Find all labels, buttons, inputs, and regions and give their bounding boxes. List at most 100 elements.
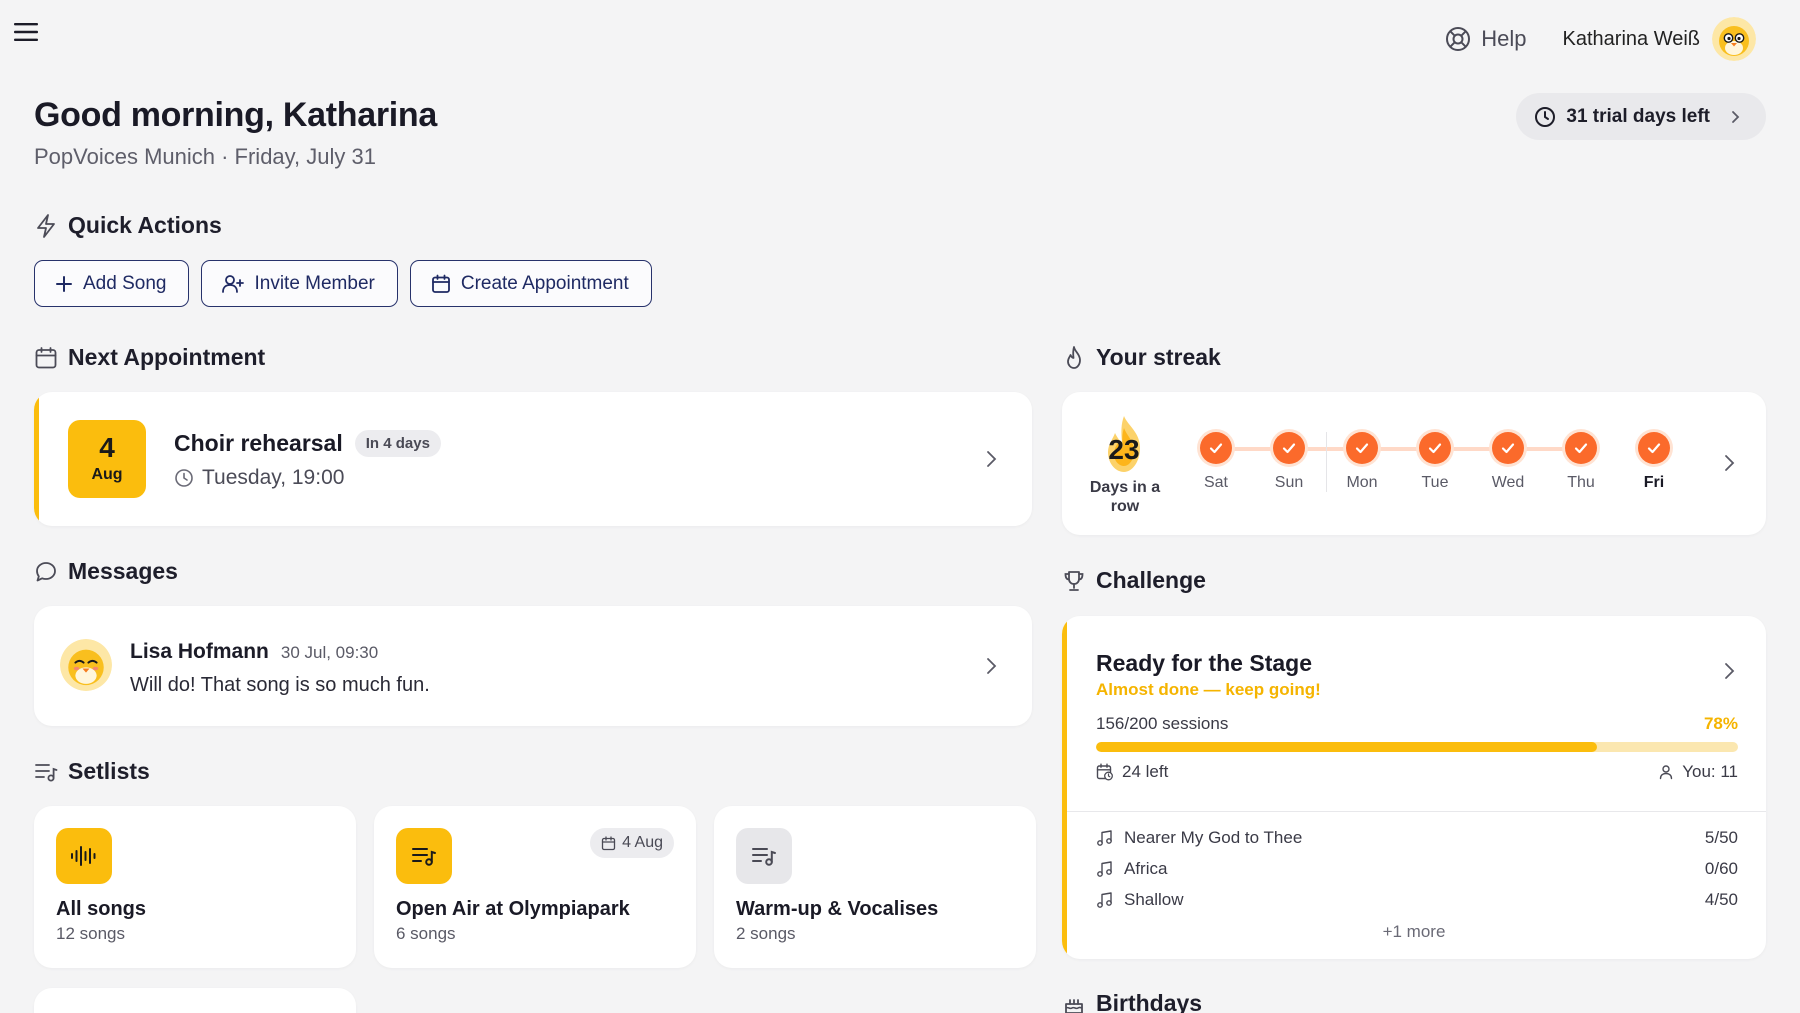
challenge-sessions: 156/200 sessions (1096, 714, 1229, 733)
chevron-right-icon (1725, 663, 1735, 679)
setlist-icon-tile (56, 828, 112, 884)
chat-bubble-icon (36, 561, 56, 581)
appointment-time-row: Tuesday, 19:00 (174, 466, 344, 490)
lifebuoy-icon (1446, 27, 1471, 51)
music-note-icon (1097, 861, 1112, 877)
chevron-right-icon (987, 658, 997, 674)
music-note-icon (1097, 830, 1112, 846)
challenge-percent: 78% (1703, 714, 1738, 733)
song-name: Nearer My God to Thee (1124, 828, 1303, 847)
setlist-date-badge: 4 Aug (590, 828, 674, 858)
calendar-clock-icon (1096, 763, 1113, 781)
appointment-day: 4 (99, 432, 115, 463)
song-name: Shallow (1124, 890, 1184, 909)
trial-days-button[interactable]: 31 trial days left (1516, 93, 1766, 140)
setlist-card-warm-up[interactable]: Warm-up & Vocalises 2 songs (714, 806, 1036, 968)
check-icon (1273, 432, 1305, 464)
quick-actions-row: Add Song Invite Member Create Appointmen… (34, 260, 652, 307)
sender-avatar (60, 639, 112, 691)
message-item[interactable]: Lisa Hofmann 30 Jul, 09:30 Will do! That… (34, 606, 1032, 726)
check-icon (1346, 432, 1378, 464)
setlist-count: 6 songs (396, 924, 456, 943)
next-appointment-heading: Next Appointment (34, 344, 265, 371)
setlist-card-all-songs[interactable]: All songs 12 songs (34, 806, 356, 968)
streak-day-wed: Wed (1478, 432, 1538, 492)
message-text: Will do! That song is so much fun. (130, 674, 430, 696)
playlist-icon (412, 848, 436, 866)
challenge-heading-title: Challenge (1096, 567, 1206, 593)
create-appointment-label: Create Appointment (460, 272, 629, 294)
check-icon (1492, 432, 1524, 464)
song-score: 0/60 (1704, 859, 1738, 878)
setlist-name: Open Air at Olympiapark (396, 898, 630, 920)
setlists-title: Setlists (68, 758, 150, 784)
streak-label: Days in a row (1089, 479, 1161, 515)
challenge-progress-bar (1096, 742, 1738, 752)
create-appointment-button[interactable]: Create Appointment (409, 260, 652, 307)
check-icon (1419, 432, 1451, 464)
music-note-icon (1097, 892, 1112, 908)
song-score: 5/50 (1704, 828, 1738, 847)
message-sender: Lisa Hofmann (130, 640, 269, 663)
top-right-bar: Help Katharina Weiß (1445, 16, 1756, 62)
add-song-button[interactable]: Add Song (34, 260, 190, 307)
day-label: Sat (1203, 474, 1228, 491)
setlist-card-partial[interactable] (34, 988, 356, 1013)
calendar-icon (431, 274, 450, 293)
next-appointment-card[interactable]: 4 Aug Choir rehearsal In 4 days Tuesday,… (34, 392, 1032, 526)
trial-label: 31 trial days left (1566, 105, 1710, 127)
song-score: 4/50 (1704, 890, 1738, 909)
day-label: Mon (1346, 474, 1378, 491)
appointment-name: Choir rehearsal (174, 430, 343, 456)
flame-icon (1067, 345, 1081, 369)
setlist-name: Warm-up & Vocalises (736, 898, 939, 920)
quick-actions-title: Quick Actions (68, 212, 222, 238)
birthdays-heading: Birthdays (1062, 990, 1202, 1013)
calendar-icon (35, 346, 57, 368)
challenge-your-count: You: 11 (1658, 762, 1738, 782)
check-icon (1200, 432, 1232, 464)
page-subtitle: PopVoices Munich · Friday, July 31 (34, 144, 376, 169)
song-name: Africa (1124, 859, 1168, 878)
message-time: 30 Jul, 09:30 (280, 643, 379, 662)
help-button[interactable]: Help (1445, 26, 1527, 52)
challenge-remaining: 24 left (1096, 762, 1168, 782)
clock-icon (1535, 106, 1556, 127)
playlist-icon (752, 848, 776, 866)
waveform-icon (71, 846, 96, 866)
challenge-card[interactable]: Ready for the Stage Almost done — keep g… (1062, 616, 1766, 959)
calendar-icon (601, 835, 616, 850)
challenge-you-text: You: 11 (1682, 762, 1738, 781)
streak-flame: 23 (1092, 414, 1156, 476)
invite-member-button[interactable]: Invite Member (201, 260, 398, 307)
setlist-card-open-air[interactable]: 4 Aug Open Air at Olympiapark 6 songs (374, 806, 696, 968)
chevron-right-icon (987, 451, 997, 467)
setlist-icon-tile (396, 828, 452, 884)
invite-member-label: Invite Member (254, 272, 375, 294)
streak-card[interactable]: 23 Days in a row Sat Sun Mon Tue Wed Thu… (1062, 392, 1766, 535)
setlist-name: All songs (56, 898, 147, 920)
message-header: Lisa Hofmann 30 Jul, 09:30 (130, 640, 378, 664)
bird-avatar-icon (1712, 17, 1756, 61)
chevron-right-icon (1732, 110, 1740, 123)
day-label: Thu (1567, 474, 1595, 491)
challenge-more-link[interactable]: +1 more (1062, 922, 1766, 942)
messages-title: Messages (68, 558, 178, 584)
user-plus-icon (222, 274, 245, 293)
streak-day-fri: Fri (1624, 432, 1684, 492)
setlist-date: 4 Aug (622, 834, 663, 851)
page-title: Good morning, Katharina (34, 96, 437, 134)
user-name: Katharina Weiß (1562, 27, 1700, 50)
appointment-month: Aug (91, 466, 123, 483)
streak-heading: Your streak (1062, 344, 1221, 371)
quick-actions-heading: Quick Actions (34, 212, 222, 239)
appointment-time: Tuesday, 19:00 (202, 466, 345, 489)
setlist-count: 12 songs (56, 924, 125, 943)
menu-button[interactable] (14, 22, 44, 46)
playlist-icon (35, 763, 58, 781)
check-icon (1565, 432, 1597, 464)
check-icon (1638, 432, 1670, 464)
streak-day-sun: Sun (1259, 432, 1319, 492)
birthdays-title: Birthdays (1096, 990, 1203, 1013)
user-menu[interactable]: Katharina Weiß (1563, 17, 1756, 61)
